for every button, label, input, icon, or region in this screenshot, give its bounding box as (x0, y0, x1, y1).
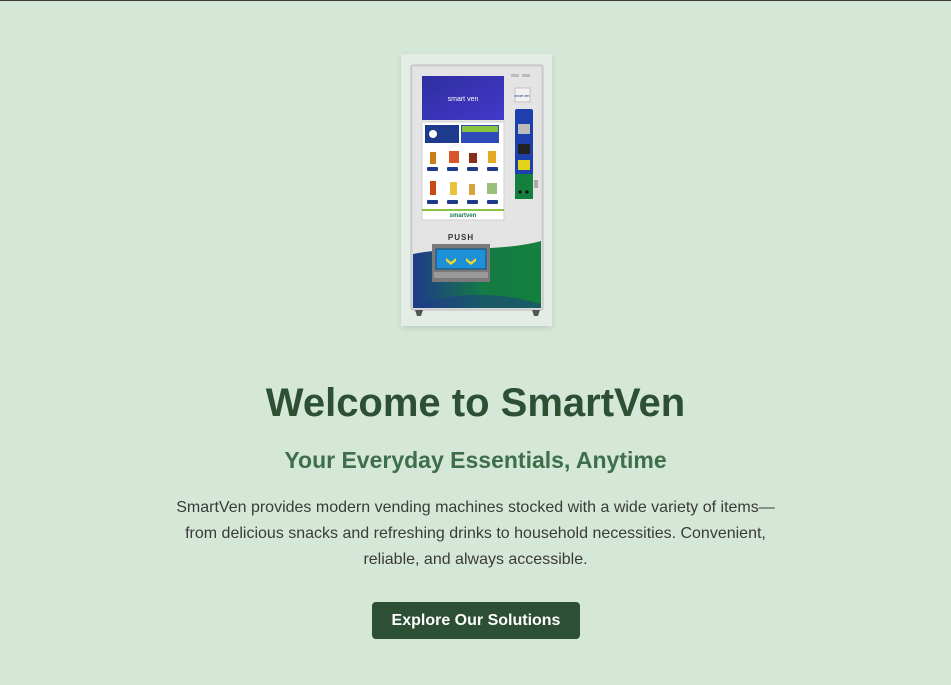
vending-machine-image: smart ven smartven smart ven PUSH (401, 54, 552, 326)
hero-description: SmartVen provides modern vending machine… (176, 499, 775, 568)
hero-subtitle: Your Everyday Essentials, Anytime (284, 447, 667, 473)
side-logo: smart ven (515, 94, 530, 98)
explore-solutions-button[interactable]: Explore Our Solutions (372, 602, 580, 639)
push-label: PUSH (448, 233, 474, 242)
screen-logo: smart ven (448, 96, 479, 103)
brand-text: smartven (450, 213, 477, 219)
hero-title: Welcome to SmartVen (265, 381, 686, 425)
